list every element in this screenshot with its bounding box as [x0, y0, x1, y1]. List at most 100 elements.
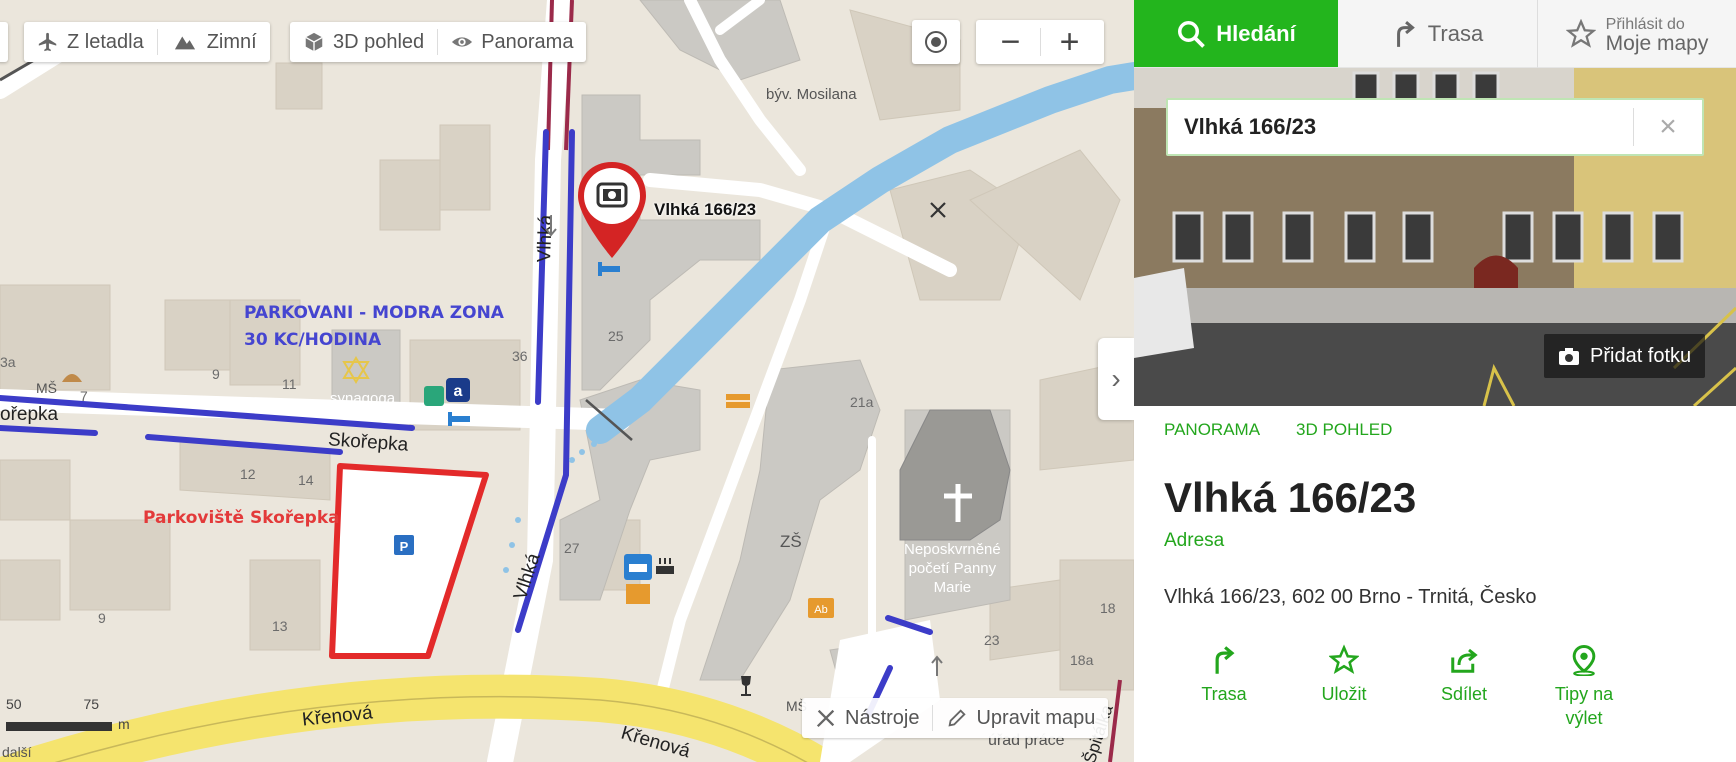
panorama-link[interactable]: PANORAMA [1164, 420, 1260, 440]
scale-unit: m [118, 716, 130, 732]
panorama-button[interactable]: Panorama [438, 22, 586, 62]
svg-text:Ab: Ab [814, 604, 827, 616]
tools-icon [816, 709, 835, 728]
map-canvas[interactable]: P [0, 0, 1134, 762]
route-arrow-icon [1215, 646, 1235, 674]
locate-button[interactable] [912, 20, 960, 64]
search-box: × [1166, 98, 1704, 156]
scale-75: 75 [83, 696, 100, 712]
place-mosilana: býv. Mosilana [766, 86, 857, 103]
add-photo-label: Přidat fotku [1590, 344, 1692, 367]
action-row: Trasa Uložit Sdílet Tipy na výlet [1164, 644, 1644, 730]
arrow-down-icon [544, 216, 558, 243]
tools-label: Nástroje [845, 706, 920, 729]
tab-login[interactable]: Přihlásit do Moje mapy [1538, 0, 1736, 68]
page-title: Vlhká 166/23 [1164, 474, 1417, 521]
house-number: 9 [98, 610, 106, 626]
tab-search[interactable]: Hledání [1134, 0, 1338, 68]
pin-label[interactable]: Vlhká 166/23 [654, 200, 756, 220]
search-input[interactable] [1168, 100, 1633, 154]
airplane-icon [38, 32, 57, 52]
location-pin-icon[interactable] [576, 160, 648, 265]
view3d-button[interactable]: 3D pohled [290, 22, 437, 62]
more-link[interactable]: další [2, 744, 32, 760]
hotel-icon[interactable] [446, 408, 472, 433]
zoom-out-button[interactable]: − [983, 23, 1039, 62]
map-view[interactable]: P býv. Mosilana ořepka Skořepka Vlhká Vl… [0, 0, 1134, 762]
house-number: 27 [564, 540, 580, 556]
zoom-in-button[interactable]: + [1042, 23, 1098, 62]
panel-tabs: Hledání Trasa Přihlásit do Moje mapy [1134, 0, 1736, 68]
tab-route[interactable]: Trasa [1338, 0, 1538, 68]
house-number: 21a [850, 394, 874, 410]
scale-50: 50 [6, 696, 22, 712]
atm-icon[interactable]: Ab [808, 598, 834, 623]
clear-search-button[interactable]: × [1634, 100, 1702, 154]
annotation-parking: Parkoviště Skořepka [143, 508, 340, 528]
construction-icon[interactable] [726, 390, 750, 415]
chevron-right-icon: › [1111, 363, 1121, 394]
panel-collapse-button[interactable]: › [1098, 338, 1134, 420]
view3d-label: 3D pohled [333, 30, 425, 53]
place-synagoga: synagoga [330, 390, 396, 407]
mountain-icon [174, 36, 195, 50]
zoom-divider [1039, 28, 1041, 56]
bottom-toolbar: Nástroje Upravit mapu [802, 698, 1109, 738]
close-icon: × [1659, 110, 1677, 143]
camera-icon [1559, 348, 1579, 365]
street-skorepka-left: ořepka [0, 404, 59, 425]
share-action-label: Sdílet [1440, 684, 1488, 704]
login-small-label: Přihlásit do [1605, 15, 1685, 33]
edit-map-label: Upravit mapu [976, 706, 1096, 729]
tab-search-label: Hledání [1216, 20, 1296, 46]
share-icon [1451, 648, 1478, 673]
tools-button[interactable]: Nástroje [802, 698, 932, 738]
search-icon [1178, 20, 1206, 48]
place-ms-left: MŠ [36, 380, 57, 396]
arrow-up-icon [930, 654, 944, 681]
library-icon[interactable] [422, 384, 446, 413]
tab-route-label: Trasa [1427, 20, 1484, 46]
scale-labels: 50 75 [6, 696, 99, 712]
house-number: 14 [298, 472, 314, 488]
view3d-link[interactable]: 3D POHLED [1296, 420, 1392, 440]
toolbar-edge [0, 22, 8, 62]
view-links: PANORAMA 3D POHLED [1164, 420, 1392, 440]
add-photo-button[interactable]: Přidat fotku [1544, 334, 1706, 378]
alza-icon[interactable]: a [446, 378, 470, 407]
full-address: Vlhká 166/23, 602 00 Brno - Trnitá, Česk… [1164, 586, 1537, 608]
eye-icon [452, 37, 473, 47]
house-number: 18 [1100, 600, 1116, 616]
scale-bar [6, 722, 112, 731]
save-action-label: Uložit [1321, 684, 1367, 704]
cube-icon [305, 32, 323, 52]
trip-tips-label: Tipy na výlet [1554, 684, 1614, 728]
cafe-icon[interactable] [654, 556, 678, 583]
trip-tips-action-button[interactable]: Tipy na výlet [1524, 644, 1644, 730]
car-wash-icon[interactable] [624, 554, 652, 585]
star-of-david-icon[interactable] [342, 356, 370, 389]
wine-icon[interactable] [736, 674, 756, 703]
save-action-button[interactable]: Uložit [1284, 644, 1404, 730]
house-number: 12 [240, 466, 256, 482]
pencil-icon [948, 709, 967, 727]
winter-button[interactable]: Zimní [158, 22, 270, 62]
aerial-button[interactable]: Z letadla [24, 22, 157, 62]
route-action-button[interactable]: Trasa [1164, 644, 1284, 730]
share-action-button[interactable]: Sdílet [1404, 644, 1524, 730]
star-outline-icon [1565, 18, 1596, 48]
route-arrow-icon [1396, 20, 1415, 47]
map-pin-icon [1572, 644, 1596, 676]
login-big-label: Moje mapy [1605, 31, 1709, 55]
kindergarten-icon[interactable] [58, 364, 86, 393]
winter-label: Zimní [206, 30, 257, 53]
map-view-toolbar: 3D pohled Panorama [290, 22, 587, 62]
svg-text:a: a [454, 383, 463, 400]
shop-icon[interactable] [626, 584, 650, 609]
place-church: Neposkvrněné početí Panny Marie [904, 541, 1001, 596]
svg-text:P: P [400, 539, 409, 554]
edit-map-button[interactable]: Upravit mapu [933, 698, 1108, 738]
panorama-label: Panorama [481, 30, 574, 53]
house-number: 9 [212, 366, 220, 382]
aerial-label: Z letadla [67, 30, 144, 53]
